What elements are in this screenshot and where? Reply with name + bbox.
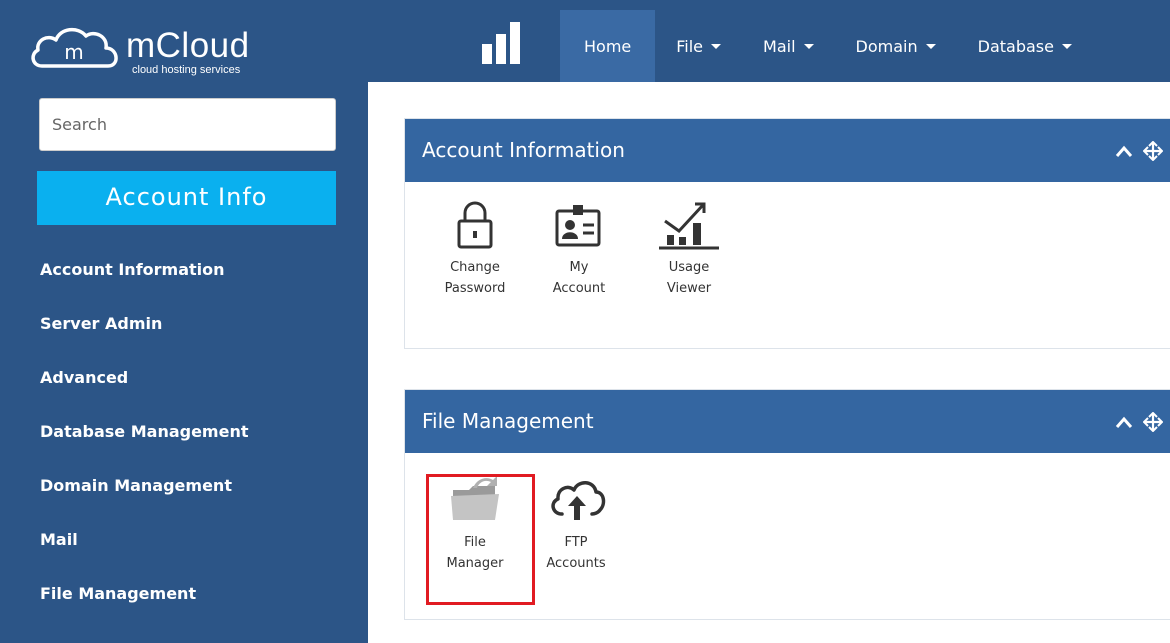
bar-chart-icon[interactable] (480, 22, 528, 64)
nav-file[interactable]: File (655, 10, 742, 82)
id-card-icon (555, 205, 601, 247)
tile-label-line1: My (569, 260, 589, 275)
tile-label-line1: Usage (668, 260, 710, 275)
nav-domain-label: Domain (855, 36, 918, 56)
chevron-up-icon[interactable] (1115, 415, 1133, 429)
nav-database[interactable]: Database (957, 10, 1093, 82)
nav-domain[interactable]: Domain (835, 10, 957, 82)
my-account-tile[interactable]: My Account (534, 199, 624, 299)
file-manager-highlight (426, 474, 535, 605)
caret-down-icon (803, 43, 814, 49)
logo-initial: m (64, 40, 83, 64)
lock-icon (457, 201, 493, 249)
tile-label: My Account (534, 257, 624, 299)
sidebar-item-server-admin[interactable]: Server Admin (40, 314, 162, 333)
tile-label-line2: Viewer (666, 281, 712, 296)
nav-mail[interactable]: Mail (742, 10, 835, 82)
account-information-panel: Account Information Change Password My A… (404, 118, 1170, 349)
move-icon[interactable] (1143, 411, 1163, 432)
panel-controls (1115, 119, 1163, 182)
usage-chart-icon (659, 202, 719, 250)
top-nav: Home File Mail Domain Database (560, 10, 1093, 82)
caret-down-icon (1061, 43, 1072, 49)
main-content: Account Information Change Password My A… (368, 82, 1170, 643)
panel-title: Account Information (422, 138, 625, 162)
account-information-panel-header: Account Information (405, 119, 1170, 182)
tile-label-line2: Accounts (546, 556, 606, 571)
caret-down-icon (925, 43, 936, 49)
top-bar: m mCloud cloud hosting services Home Fil… (0, 0, 1170, 82)
brand-tagline: cloud hosting services (132, 64, 241, 76)
tile-label: Usage Viewer (644, 257, 734, 299)
tile-label-line1: Change (450, 260, 500, 275)
file-management-panel-header: File Management (405, 390, 1170, 453)
logo[interactable]: m mCloud cloud hosting services (14, 10, 314, 76)
panel-controls (1115, 390, 1163, 453)
tile-label-line1: FTP (564, 535, 588, 550)
search-input[interactable] (39, 98, 336, 151)
move-icon[interactable] (1143, 140, 1163, 161)
cloud-logo-icon: m (31, 27, 118, 68)
sidebar-item-domain-management[interactable]: Domain Management (40, 476, 232, 495)
ftp-accounts-tile[interactable]: FTP Accounts (531, 474, 621, 574)
cloud-upload-icon (551, 481, 606, 520)
panel-title: File Management (422, 409, 594, 433)
sidebar-item-advanced[interactable]: Advanced (40, 368, 128, 387)
nav-file-label: File (676, 36, 704, 56)
nav-home-label: Home (584, 36, 632, 56)
nav-home[interactable]: Home (560, 10, 656, 82)
sidebar-item-mail[interactable]: Mail (40, 530, 78, 549)
sidebar-item-file-management[interactable]: File Management (40, 584, 196, 603)
chevron-up-icon[interactable] (1115, 144, 1133, 158)
sidebar-item-account-information[interactable]: Account Information (40, 260, 225, 279)
caret-down-icon (711, 43, 722, 49)
tile-label: Change Password (430, 257, 520, 299)
change-password-tile[interactable]: Change Password (430, 199, 520, 299)
brand-name: mCloud (126, 26, 250, 65)
tile-label-line2: Account (552, 281, 606, 296)
tile-label-line2: Password (444, 281, 506, 296)
account-info-button[interactable]: Account Info (37, 171, 336, 225)
usage-viewer-tile[interactable]: Usage Viewer (644, 199, 734, 299)
tile-label: FTP Accounts (531, 532, 621, 574)
nav-mail-label: Mail (763, 36, 796, 56)
nav-database-label: Database (977, 36, 1054, 56)
sidebar-item-database-management[interactable]: Database Management (40, 422, 249, 441)
sidebar: Account Info Account Information Server … (0, 82, 368, 643)
